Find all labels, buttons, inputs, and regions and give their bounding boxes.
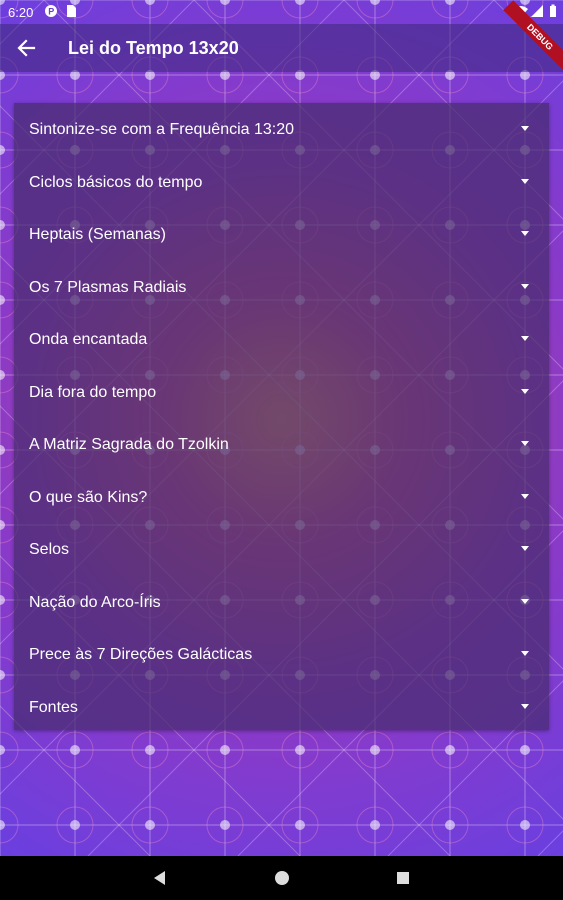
accordion-item-label: Ciclos básicos do tempo bbox=[29, 173, 203, 191]
accordion-item-ciclos[interactable]: Ciclos básicos do tempo bbox=[14, 156, 549, 209]
back-button[interactable] bbox=[10, 32, 42, 64]
accordion-item-label: O que são Kins? bbox=[29, 488, 148, 506]
accordion-item-onda[interactable]: Onda encantada bbox=[14, 313, 549, 366]
svg-text:P: P bbox=[48, 7, 54, 17]
accordion-item-prece[interactable]: Prece às 7 Direções Galácticas bbox=[14, 628, 549, 681]
sim-icon bbox=[67, 5, 76, 17]
accordion-item-sintonize[interactable]: Sintonize-se com a Frequência 13:20 bbox=[14, 103, 549, 156]
signal-icon bbox=[531, 5, 543, 17]
battery-icon bbox=[550, 4, 556, 17]
system-nav-bar bbox=[0, 856, 563, 900]
chevron-down-icon bbox=[521, 178, 529, 184]
accordion-item-nacao[interactable]: Nação do Arco-Íris bbox=[14, 576, 549, 629]
accordion-item-fontes[interactable]: Fontes bbox=[14, 681, 549, 734]
chevron-down-icon bbox=[521, 703, 529, 709]
chevron-down-icon bbox=[521, 126, 529, 131]
chevron-down-icon bbox=[521, 546, 529, 551]
chevron-down-icon bbox=[521, 388, 529, 394]
chevron-down-icon bbox=[521, 231, 529, 236]
page-title: Lei do Tempo 13x20 bbox=[68, 38, 239, 58]
home-circle-icon[interactable] bbox=[274, 870, 290, 886]
accordion-item-label: Dia fora do tempo bbox=[29, 383, 157, 401]
chevron-down-icon bbox=[521, 493, 529, 499]
chevron-down-icon bbox=[521, 283, 529, 289]
arrow-back-icon bbox=[17, 39, 36, 57]
chevron-down-icon bbox=[521, 441, 529, 446]
accordion-item-label: A Matriz Sagrada do Tzolkin bbox=[29, 436, 229, 453]
accordion-item-label: Selos bbox=[29, 541, 70, 558]
back-triangle-icon[interactable] bbox=[152, 870, 168, 886]
recents-square-icon[interactable] bbox=[395, 870, 411, 886]
accordion-item-label: Os 7 Plasmas Radiais bbox=[29, 278, 187, 296]
accordion-item-matriz[interactable]: A Matriz Sagrada do Tzolkin bbox=[14, 418, 549, 471]
accordion-item-label: Fontes bbox=[29, 698, 78, 716]
accordion-item-kins[interactable]: O que são Kins? bbox=[14, 471, 549, 524]
accordion-item-heptais[interactable]: Heptais (Semanas) bbox=[14, 208, 549, 261]
status-bar: 6:20 P bbox=[0, 0, 563, 24]
topics-accordion: Sintonize-se com a Frequência 13:20 Cicl… bbox=[14, 103, 549, 730]
accordion-item-label: Sintonize-se com a Frequência 13:20 bbox=[29, 121, 295, 138]
accordion-item-label: Nação do Arco-Íris bbox=[29, 593, 161, 611]
accordion-item-plasmas[interactable]: Os 7 Plasmas Radiais bbox=[14, 261, 549, 314]
accordion-item-dia-fora[interactable]: Dia fora do tempo bbox=[14, 366, 549, 419]
accordion-item-label: Onda encantada bbox=[29, 331, 148, 348]
p-icon: P bbox=[45, 5, 57, 17]
accordion-item-label: Prece às 7 Direções Galácticas bbox=[29, 646, 253, 663]
chevron-down-icon bbox=[521, 598, 529, 604]
status-time: 6:20 bbox=[8, 5, 34, 20]
accordion-item-selos[interactable]: Selos bbox=[14, 523, 549, 576]
chevron-down-icon bbox=[521, 651, 529, 656]
chevron-down-icon bbox=[521, 336, 529, 341]
accordion-item-label: Heptais (Semanas) bbox=[29, 226, 166, 243]
app-bar: Lei do Tempo 13x20 DEBUG bbox=[0, 0, 563, 74]
